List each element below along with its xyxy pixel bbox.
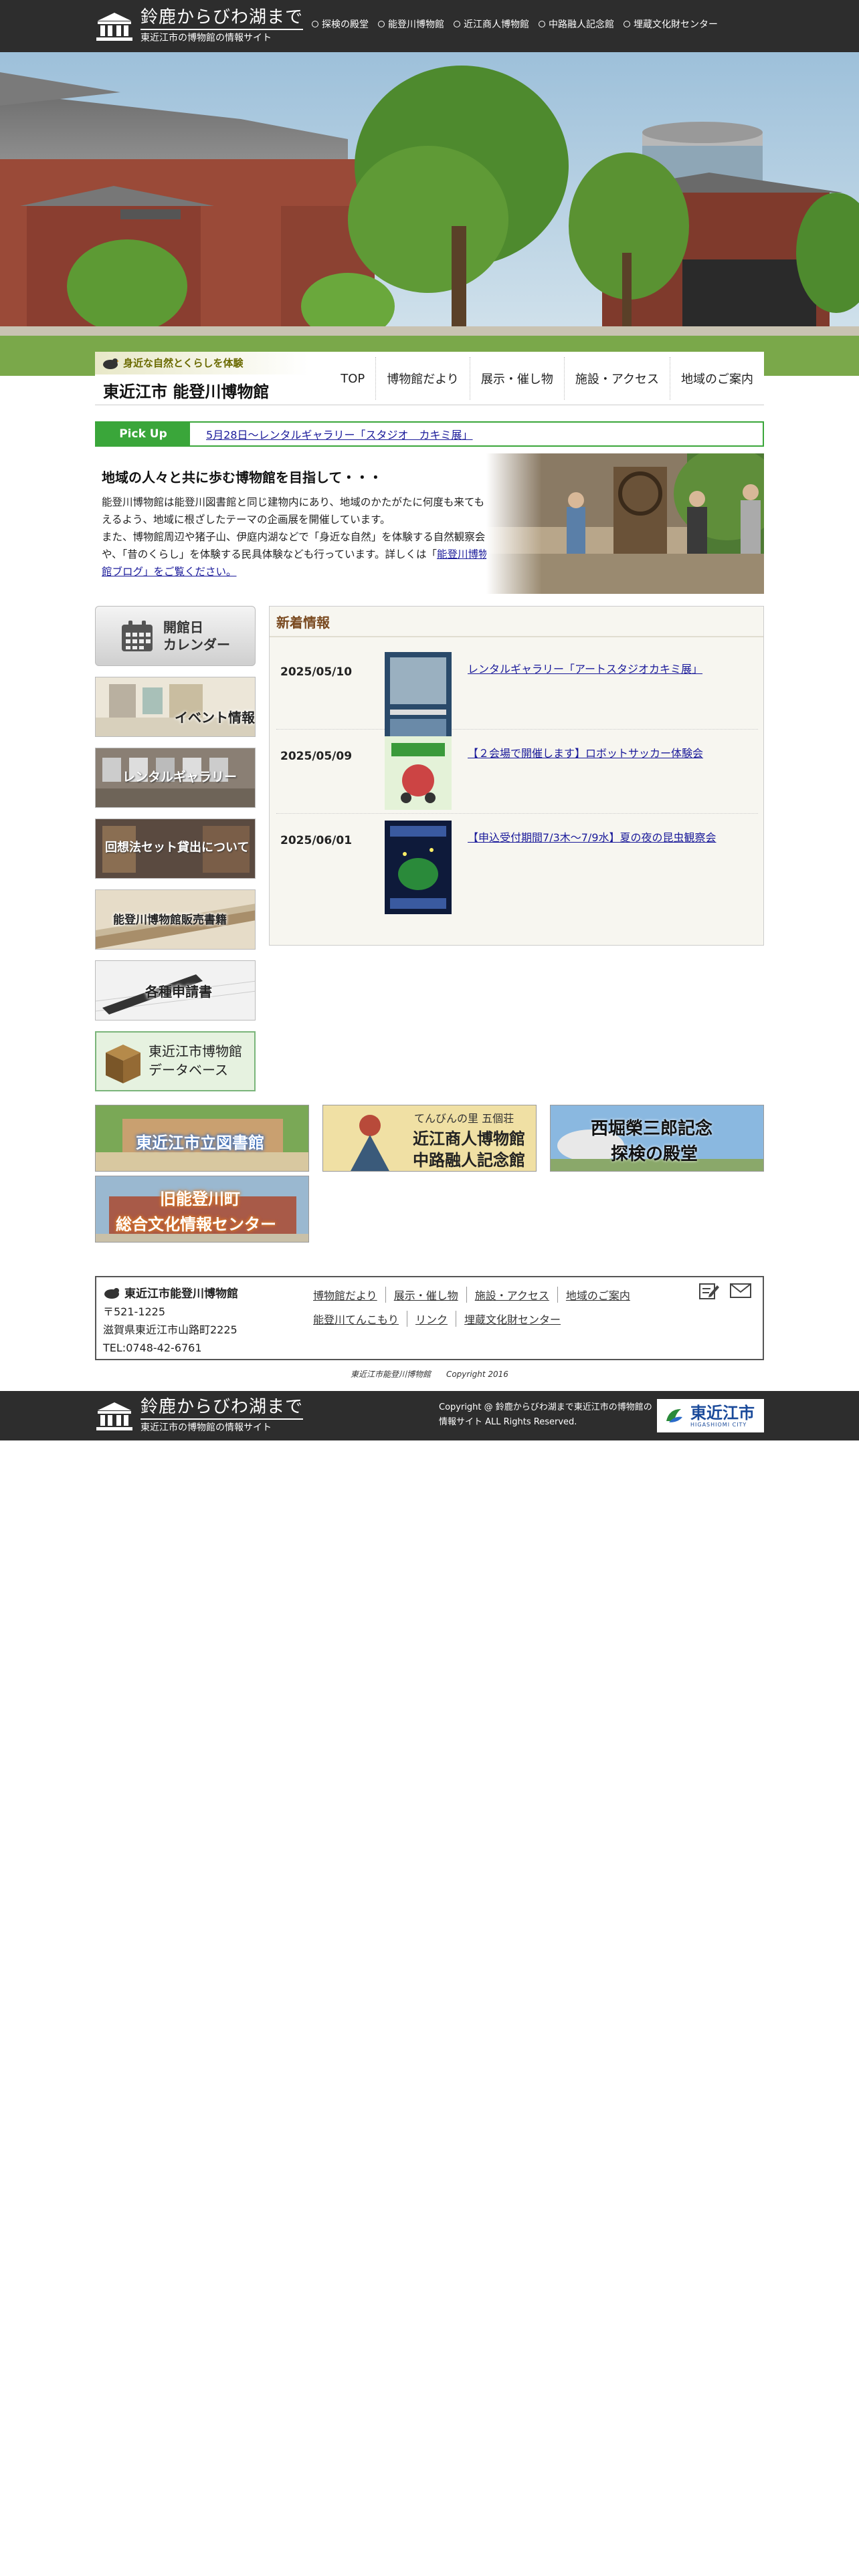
footer-link-area-guide[interactable]: 地域のご案内 [557, 1287, 638, 1303]
forms-button[interactable]: 各種申請書 [95, 960, 256, 1021]
bird-icon [104, 1287, 119, 1299]
news-date: 2025/05/09 [280, 750, 353, 763]
news-date: 2025/05/10 [280, 665, 353, 679]
footer-museum-name: 東近江市能登川博物館 [103, 1284, 238, 1301]
bottom-copyright: Copyright @ 鈴鹿からびわ湖まで東近江市の博物館の 情報サイト ALL… [439, 1402, 652, 1427]
site-title-bar: 身近な自然とくらしを体験 東近江市 能登川博物館 TOP 博物館だより 展示・催… [95, 352, 764, 405]
calendar-button[interactable]: 開館日 カレンダー [95, 606, 256, 666]
topnav-item-tanken[interactable]: 探検の殿堂 [312, 17, 369, 31]
circle-icon [624, 21, 630, 27]
top-nav: 探検の殿堂 能登川博物館 近江商人博物館 中路融人記念館 埋蔵文化財センター [312, 17, 718, 31]
news-thumbnail[interactable] [385, 736, 452, 810]
culture-center-banner[interactable]: 旧能登川町 総合文化情報センター [95, 1176, 309, 1243]
circle-icon [378, 21, 385, 27]
footer-link-newsletter[interactable]: 博物館だより [313, 1287, 385, 1303]
topnav-item-ohmi[interactable]: 近江商人博物館 [454, 17, 529, 31]
mail-icon[interactable] [729, 1281, 752, 1300]
database-button[interactable]: 東近江市博物館 データベース [95, 1031, 256, 1091]
bottom-logo[interactable]: 鈴鹿からびわ湖まで 東近江市の博物館の情報サイト [95, 1396, 304, 1435]
museum-icon [96, 1402, 132, 1430]
news-link[interactable]: 【申込受付期間7/3木〜7/9水】夏の夜の昆虫観察会 [468, 829, 717, 845]
news-title: 新着情報 [276, 614, 330, 631]
topnav-item-notogawa[interactable]: 能登川博物館 [378, 17, 444, 31]
footer-link-links[interactable]: リンク [407, 1311, 456, 1327]
news-item: 2025/05/09 【２会場で開催します】ロボットサッカー体験会 [276, 730, 758, 814]
city-emblem-icon [666, 1409, 682, 1422]
museum-icon [96, 13, 132, 41]
news-link[interactable]: 【２会場で開催します】ロボットサッカー体験会 [468, 744, 703, 760]
intro-section: 地域の人々と共に歩む博物館を目指して・・・ 能登川博物館は能登川図書館と同じ建物… [95, 453, 764, 594]
footer-links-row2: 能登川てんこもり リンク 埋蔵文化財センター [313, 1311, 569, 1327]
tagline: 身近な自然とくらしを体験 [102, 356, 244, 370]
footer-link-maizou[interactable]: 埋蔵文化財センター [456, 1311, 569, 1327]
news-date: 2025/06/01 [280, 834, 353, 847]
news-thumbnail[interactable] [385, 821, 452, 914]
site-name: 東近江市 能登川博物館 [103, 383, 270, 401]
nishibori-banner[interactable]: 西堀榮三郎記念 探検の殿堂 [550, 1105, 764, 1172]
intro-title: 地域の人々と共に歩む博物館を目指して・・・ [102, 469, 383, 486]
main-nav: TOP 博物館だより 展示・催し物 施設・アクセス 地域のご案内 [330, 357, 764, 400]
loan-set-button[interactable]: 回想法セット貸出について [95, 819, 256, 879]
logo-title: 鈴鹿からびわ湖まで [140, 7, 304, 30]
news-header: 新着情報 [270, 607, 763, 637]
intro-photo [486, 453, 764, 594]
footer-copyright-line: 東近江市能登川博物館 Copyright 2016 [351, 1370, 508, 1379]
bottom-logo-title: 鈴鹿からびわ湖まで [140, 1397, 304, 1420]
circle-icon [454, 21, 460, 27]
merchant-museum-banner[interactable]: てんびんの里 五個荘 近江商人博物館 中路融人記念館 [322, 1105, 537, 1172]
nav-exhibitions[interactable]: 展示・催し物 [469, 357, 564, 400]
site-logo[interactable]: 鈴鹿からびわ湖まで 東近江市の博物館の情報サイト [95, 7, 304, 45]
nav-area-guide[interactable]: 地域のご案内 [670, 357, 764, 400]
footer-link-access[interactable]: 施設・アクセス [466, 1287, 557, 1303]
nav-top[interactable]: TOP [330, 357, 375, 400]
footer-links-row1: 博物館だより 展示・催し物 施設・アクセス 地域のご案内 [313, 1287, 638, 1303]
books-button[interactable]: 能登川博物館販売書籍 [95, 889, 256, 950]
footer-info: 東近江市能登川博物館 〒521-1225 滋賀県東近江市山路町2225 TEL:… [95, 1276, 764, 1360]
pickup-bar: Pick Up 5月28日〜レンタルギャラリー「スタジオ カキミ展」 [95, 421, 764, 447]
footer-link-exhibitions[interactable]: 展示・催し物 [385, 1287, 466, 1303]
footer-link-tenkomori[interactable]: 能登川てんこもり [313, 1311, 407, 1327]
calendar-icon [122, 621, 153, 651]
box-icon [106, 1045, 140, 1083]
event-info-button[interactable]: イベント情報 [95, 677, 256, 737]
bottom-logo-subtitle: 東近江市の博物館の情報サイト [140, 1422, 272, 1433]
news-item: 2025/05/10 レンタルギャラリー「アートスタジオカキミ展」 [276, 645, 758, 746]
city-logo[interactable]: 東近江市 HIGASHIOMI CITY [657, 1399, 764, 1432]
rental-gallery-button[interactable]: レンタルギャラリー [95, 748, 256, 808]
nav-newsletter[interactable]: 博物館だより [375, 357, 470, 400]
edit-form-icon[interactable] [698, 1281, 720, 1300]
circle-icon [539, 21, 545, 27]
pickup-link[interactable]: 5月28日〜レンタルギャラリー「スタジオ カキミ展」 [206, 426, 473, 442]
bird-icon [103, 358, 119, 369]
footer-icons [698, 1281, 752, 1300]
topnav-item-maizou[interactable]: 埋蔵文化財センター [624, 17, 718, 31]
hero-image [0, 52, 859, 376]
news-panel: 新着情報 2025/05/10 レンタルギャラリー「アートスタジオカキミ展」 2… [269, 606, 764, 946]
footer-address: 〒521-1225 滋賀県東近江市山路町2225 TEL:0748-42-676… [103, 1305, 237, 1354]
nav-access[interactable]: 施設・アクセス [563, 357, 670, 400]
pickup-label: Pick Up [96, 423, 190, 445]
logo-subtitle: 東近江市の博物館の情報サイト [140, 33, 272, 43]
intro-text: 能登川博物館は能登川図書館と同じ建物内にあり、地域のかたがたに何度も来てもらえる… [102, 496, 495, 578]
top-header: 鈴鹿からびわ湖まで 東近江市の博物館の情報サイト 探検の殿堂 能登川博物館 近江… [0, 0, 859, 52]
bottom-bar: 鈴鹿からびわ湖まで 東近江市の博物館の情報サイト Copyright @ 鈴鹿か… [0, 1391, 859, 1440]
library-banner[interactable]: 東近江市立図書館 [95, 1105, 309, 1172]
news-link[interactable]: レンタルギャラリー「アートスタジオカキミ展」 [468, 660, 702, 676]
circle-icon [312, 21, 318, 27]
topnav-item-nakaji[interactable]: 中路融人記念館 [539, 17, 614, 31]
news-item: 2025/06/01 【申込受付期間7/3木〜7/9水】夏の夜の昆虫観察会 [276, 814, 758, 914]
